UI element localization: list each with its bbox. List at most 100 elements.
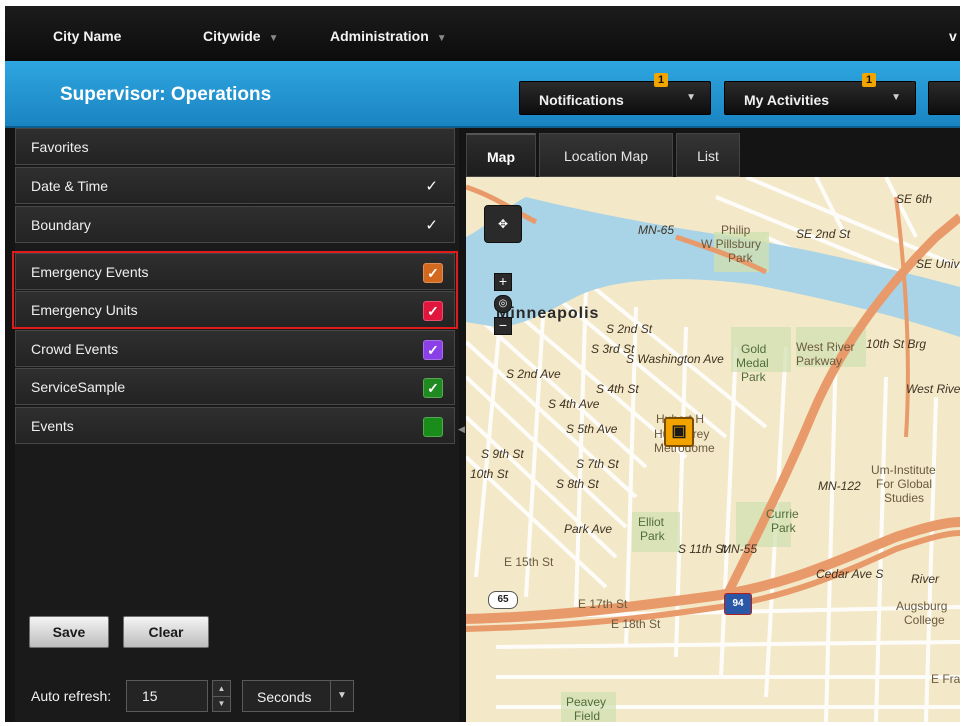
map-label: S 7th St [576,457,619,471]
citywide-menu[interactable]: Citywide ▼ [203,28,278,44]
map-label: S Washington Ave [626,352,724,366]
map-label: Currie [766,507,799,521]
map-label: Park [741,370,766,384]
filter-label: Events [31,418,74,434]
filter-date-time[interactable]: Date & Time ✓ [15,167,455,204]
filter-favorites[interactable]: Favorites [15,128,455,165]
map-label: S 4th Ave [548,397,600,411]
filter-label: Favorites [31,139,89,155]
map-label: 10th St Brg [866,337,927,351]
map-label: E 18th St [611,617,661,631]
my-activities-badge: 1 [862,73,876,87]
notifications-button[interactable]: Notifications ▼ 1 [519,73,711,115]
map-label: E 15th St [504,555,554,569]
filter-crowd-events[interactable]: Crowd Events ✓ [15,330,455,367]
map-pan-control[interactable]: ✥ [484,205,522,243]
map-label: MN-65 [638,223,675,237]
notifications-badge: 1 [654,73,668,87]
map-label: West River [796,340,855,354]
map-label: S 2nd St [606,322,653,336]
map-label: Park [728,251,753,265]
map-label: Cedar Ave S [816,567,884,581]
filter-events[interactable]: Events [15,407,455,444]
map-label: W Pillsbury [701,237,762,251]
user-menu-fragment[interactable]: v [949,28,957,44]
map-label: Augsburg [896,599,948,613]
map-label: Peavey [566,695,607,709]
top-nav-bar: City Name Citywide ▼ Administration ▼ v [5,6,960,61]
crowd-events-checkbox[interactable]: ✓ [423,340,443,360]
incident-marker-icon[interactable]: ▣ [664,417,694,447]
auto-refresh-stepper[interactable]: ▲ ▼ [212,680,231,712]
notifications-label: Notifications [539,92,624,108]
my-activities-button[interactable]: My Activities ▼ 1 [724,73,916,115]
administration-menu[interactable]: Administration ▼ [330,28,447,44]
map-view[interactable]: MN-65 Philip W Pillsbury Park SE 2nd St … [466,177,960,722]
filter-label: ServiceSample [31,379,126,395]
save-button[interactable]: Save [29,616,109,648]
route-65-shield: 65 [488,591,518,609]
map-label: Parkway [796,354,843,368]
globe-icon[interactable]: ◎ [494,295,512,313]
stepper-up-icon[interactable]: ▲ [213,681,230,697]
pan-arrows-icon: ✥ [497,217,509,231]
page-header: Supervisor: Operations Notifications ▼ 1… [5,61,960,128]
unit-select-value: Seconds [257,689,312,705]
citywide-menu-label: Citywide [203,28,261,44]
filter-panel: Favorites Date & Time ✓ Boundary ✓ Emerg… [12,128,459,722]
stepper-down-icon[interactable]: ▼ [213,696,230,711]
panel-collapse-handle-icon[interactable]: ◀ [458,424,465,435]
filter-service-sample[interactable]: ServiceSample ✓ [15,368,455,405]
chevron-down-icon: ▼ [268,33,279,44]
events-checkbox[interactable] [423,417,443,437]
map-label: SE 6th [896,192,933,206]
chevron-down-icon: ▼ [436,33,447,44]
filter-label: Crowd Events [31,341,119,357]
chevron-down-icon: ▼ [891,92,901,103]
tab-location-map[interactable]: Location Map [539,133,673,177]
map-label: SE 2nd St [796,227,851,241]
zoom-in-button[interactable]: + [494,273,512,291]
city-name-link[interactable]: City Name [53,28,121,44]
filter-label: Date & Time [31,178,109,194]
tab-list[interactable]: List [676,133,740,177]
map-label: S 2nd Ave [506,367,561,381]
map-label: Park [640,529,665,543]
checkmark-icon: ✓ [425,178,438,195]
map-label: Park Ave [564,522,613,536]
map-label: Studies [884,491,925,505]
map-label: MN-122 [818,479,861,493]
map-label: Park [771,521,796,535]
header-extra-button[interactable] [928,81,960,115]
chevron-down-icon: ▼ [330,681,353,711]
clear-button[interactable]: Clear [123,616,209,648]
map-label: MN-55 [721,542,758,556]
map-label: West River Pky [906,382,960,396]
map-label: Elliot [638,515,665,529]
auto-refresh-input[interactable] [126,680,208,712]
map-label: For Global [876,477,933,491]
my-activities-label: My Activities [744,92,830,108]
filter-label: Boundary [31,217,91,233]
service-sample-checkbox[interactable]: ✓ [423,378,443,398]
map-label: S 9th St [481,447,524,461]
chevron-down-icon: ▼ [686,92,696,103]
map-label: Gold [741,342,767,356]
map-label: Medal [736,356,769,370]
auto-refresh-label: Auto refresh: [31,688,112,704]
map-label: River [911,572,940,586]
selection-highlight-frame [12,251,458,329]
map-label: 10th St [470,467,509,481]
zoom-out-button[interactable]: − [494,317,512,335]
interstate-94-shield: 94 [724,593,752,615]
checkmark-icon: ✓ [425,217,438,234]
map-label: S 4th St [596,382,639,396]
map-label: E 17th St [578,597,628,611]
app-window: City Name Citywide ▼ Administration ▼ v Su… [5,6,960,722]
map-label: College [904,613,945,627]
tab-map[interactable]: Map [466,133,536,177]
map-label: S 11th St [678,542,727,556]
map-label: S 5th Ave [566,422,618,436]
auto-refresh-unit-select[interactable]: Seconds ▼ [242,680,354,712]
filter-boundary[interactable]: Boundary ✓ [15,206,455,243]
